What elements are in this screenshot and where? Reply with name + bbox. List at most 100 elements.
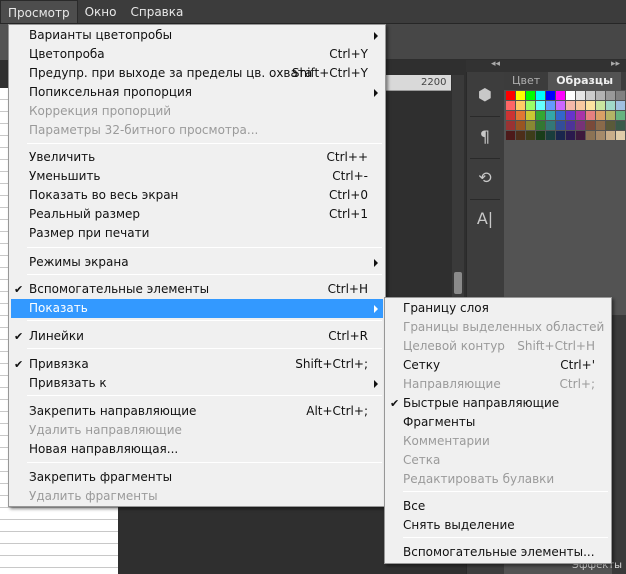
- view-item-lock-guides[interactable]: Закрепить направляющие Alt+Ctrl+;: [11, 402, 383, 421]
- tab-swatches[interactable]: Образцы: [548, 72, 622, 90]
- color-swatch[interactable]: [586, 131, 595, 140]
- color-swatch[interactable]: [566, 111, 575, 120]
- color-swatch[interactable]: [606, 131, 615, 140]
- color-swatch[interactable]: [576, 91, 585, 100]
- color-swatch[interactable]: [516, 91, 525, 100]
- color-swatch[interactable]: [596, 131, 605, 140]
- color-swatch[interactable]: [536, 111, 545, 120]
- color-swatch[interactable]: [556, 91, 565, 100]
- color-swatch[interactable]: [586, 111, 595, 120]
- color-swatch[interactable]: [606, 121, 615, 130]
- color-swatch[interactable]: [586, 91, 595, 100]
- show-item-layer-edges[interactable]: Границу слоя: [387, 299, 609, 318]
- view-item-screen-mode[interactable]: Режимы экрана: [11, 253, 383, 272]
- color-swatch[interactable]: [616, 91, 625, 100]
- paragraph-icon[interactable]: ¶: [474, 126, 496, 148]
- color-swatch[interactable]: [506, 111, 515, 120]
- color-swatch[interactable]: [616, 111, 625, 120]
- color-swatch[interactable]: [506, 131, 515, 140]
- color-swatch[interactable]: [556, 111, 565, 120]
- history-icon[interactable]: ⟲: [474, 167, 496, 189]
- color-swatch[interactable]: [596, 111, 605, 120]
- color-swatch[interactable]: [556, 131, 565, 140]
- color-swatch[interactable]: [566, 101, 575, 110]
- color-swatch[interactable]: [606, 111, 615, 120]
- color-swatch[interactable]: [586, 121, 595, 130]
- character-icon[interactable]: A|: [474, 208, 496, 230]
- color-swatch[interactable]: [566, 131, 575, 140]
- color-swatch[interactable]: [526, 101, 535, 110]
- color-swatch[interactable]: [586, 101, 595, 110]
- color-swatch[interactable]: [526, 111, 535, 120]
- view-item-snap-to[interactable]: Привязать к: [11, 374, 383, 393]
- color-swatch[interactable]: [516, 101, 525, 110]
- tab-color[interactable]: Цвет: [504, 72, 548, 90]
- color-swatch[interactable]: [576, 131, 585, 140]
- view-item-show[interactable]: Показать: [11, 299, 383, 318]
- view-item-proof-setup[interactable]: Варианты цветопробы: [11, 26, 383, 45]
- color-swatch[interactable]: [556, 121, 565, 130]
- color-swatch[interactable]: [526, 121, 535, 130]
- color-swatch[interactable]: [536, 131, 545, 140]
- view-menu: Варианты цветопробы Цветопроба Ctrl+Y Преду…: [8, 24, 386, 507]
- color-swatch[interactable]: [536, 91, 545, 100]
- view-item-gamut-warning[interactable]: Предупр. при выходе за пределы цв. охват…: [11, 64, 383, 83]
- color-swatch[interactable]: [616, 101, 625, 110]
- color-swatch[interactable]: [566, 91, 575, 100]
- color-swatch[interactable]: [536, 121, 545, 130]
- color-swatch[interactable]: [516, 111, 525, 120]
- view-item-pixel-aspect[interactable]: Попиксельная пропорция: [11, 83, 383, 102]
- color-swatch[interactable]: [576, 121, 585, 130]
- show-item-grid[interactable]: Сетку Ctrl+': [387, 356, 609, 375]
- menu-item-label: Привязать к: [29, 376, 107, 390]
- color-swatch[interactable]: [576, 101, 585, 110]
- color-swatch[interactable]: [616, 131, 625, 140]
- color-swatch[interactable]: [596, 101, 605, 110]
- color-swatch[interactable]: [516, 121, 525, 130]
- show-item-all[interactable]: Все: [387, 497, 609, 516]
- color-swatch[interactable]: [516, 131, 525, 140]
- color-swatch[interactable]: [546, 91, 555, 100]
- view-item-print-size[interactable]: Размер при печати: [11, 224, 383, 243]
- color-swatch[interactable]: [606, 101, 615, 110]
- color-swatch[interactable]: [596, 121, 605, 130]
- show-item-none[interactable]: Снять выделение: [387, 516, 609, 535]
- color-swatch[interactable]: [546, 111, 555, 120]
- view-item-proof-colors[interactable]: Цветопроба Ctrl+Y: [11, 45, 383, 64]
- color-swatch[interactable]: [526, 131, 535, 140]
- color-swatch[interactable]: [526, 91, 535, 100]
- view-item-fit-on-screen[interactable]: Показать во весь экран Ctrl+0: [11, 186, 383, 205]
- color-swatch[interactable]: [576, 111, 585, 120]
- menu-item-label: Линейки: [29, 329, 84, 343]
- cube-icon[interactable]: ⬢: [474, 84, 496, 106]
- color-swatch[interactable]: [536, 101, 545, 110]
- color-swatch[interactable]: [546, 121, 555, 130]
- color-swatch[interactable]: [616, 121, 625, 130]
- menu-view[interactable]: Просмотр: [0, 0, 78, 23]
- view-item-rulers[interactable]: ✔ Линейки Ctrl+R: [11, 327, 383, 346]
- color-swatch[interactable]: [556, 101, 565, 110]
- view-item-new-guide[interactable]: Новая направляющая...: [11, 440, 383, 459]
- view-item-zoom-in[interactable]: Увеличить Ctrl++: [11, 148, 383, 167]
- color-swatch[interactable]: [506, 121, 515, 130]
- scrollbar-thumb[interactable]: [454, 272, 462, 294]
- color-swatch[interactable]: [606, 91, 615, 100]
- view-item-lock-slices[interactable]: Закрепить фрагменты: [11, 468, 383, 487]
- view-item-extras[interactable]: ✔ Вспомогательные элементы Ctrl+H: [11, 280, 383, 299]
- view-item-zoom-out[interactable]: Уменьшить Ctrl+-: [11, 167, 383, 186]
- show-item-smart-guides[interactable]: ✔ Быстрые направляющие: [387, 394, 609, 413]
- show-item-show-extras-options[interactable]: Вспомогательные элементы...: [387, 543, 609, 562]
- color-swatch[interactable]: [506, 91, 515, 100]
- menu-window[interactable]: Окно: [78, 0, 124, 23]
- dock-collapse-bar[interactable]: ◂◂ ▸▸: [466, 59, 626, 72]
- color-swatch[interactable]: [546, 101, 555, 110]
- color-swatch[interactable]: [546, 131, 555, 140]
- color-swatch[interactable]: [596, 91, 605, 100]
- view-item-actual-pixels[interactable]: Реальный размер Ctrl+1: [11, 205, 383, 224]
- menu-item-label: Предупр. при выходе за пределы цв. охват…: [29, 66, 313, 80]
- color-swatch[interactable]: [566, 121, 575, 130]
- view-item-snap[interactable]: ✔ Привязка Shift+Ctrl+;: [11, 355, 383, 374]
- show-item-slices[interactable]: Фрагменты: [387, 413, 609, 432]
- color-swatch[interactable]: [506, 101, 515, 110]
- menu-help[interactable]: Справка: [123, 0, 190, 23]
